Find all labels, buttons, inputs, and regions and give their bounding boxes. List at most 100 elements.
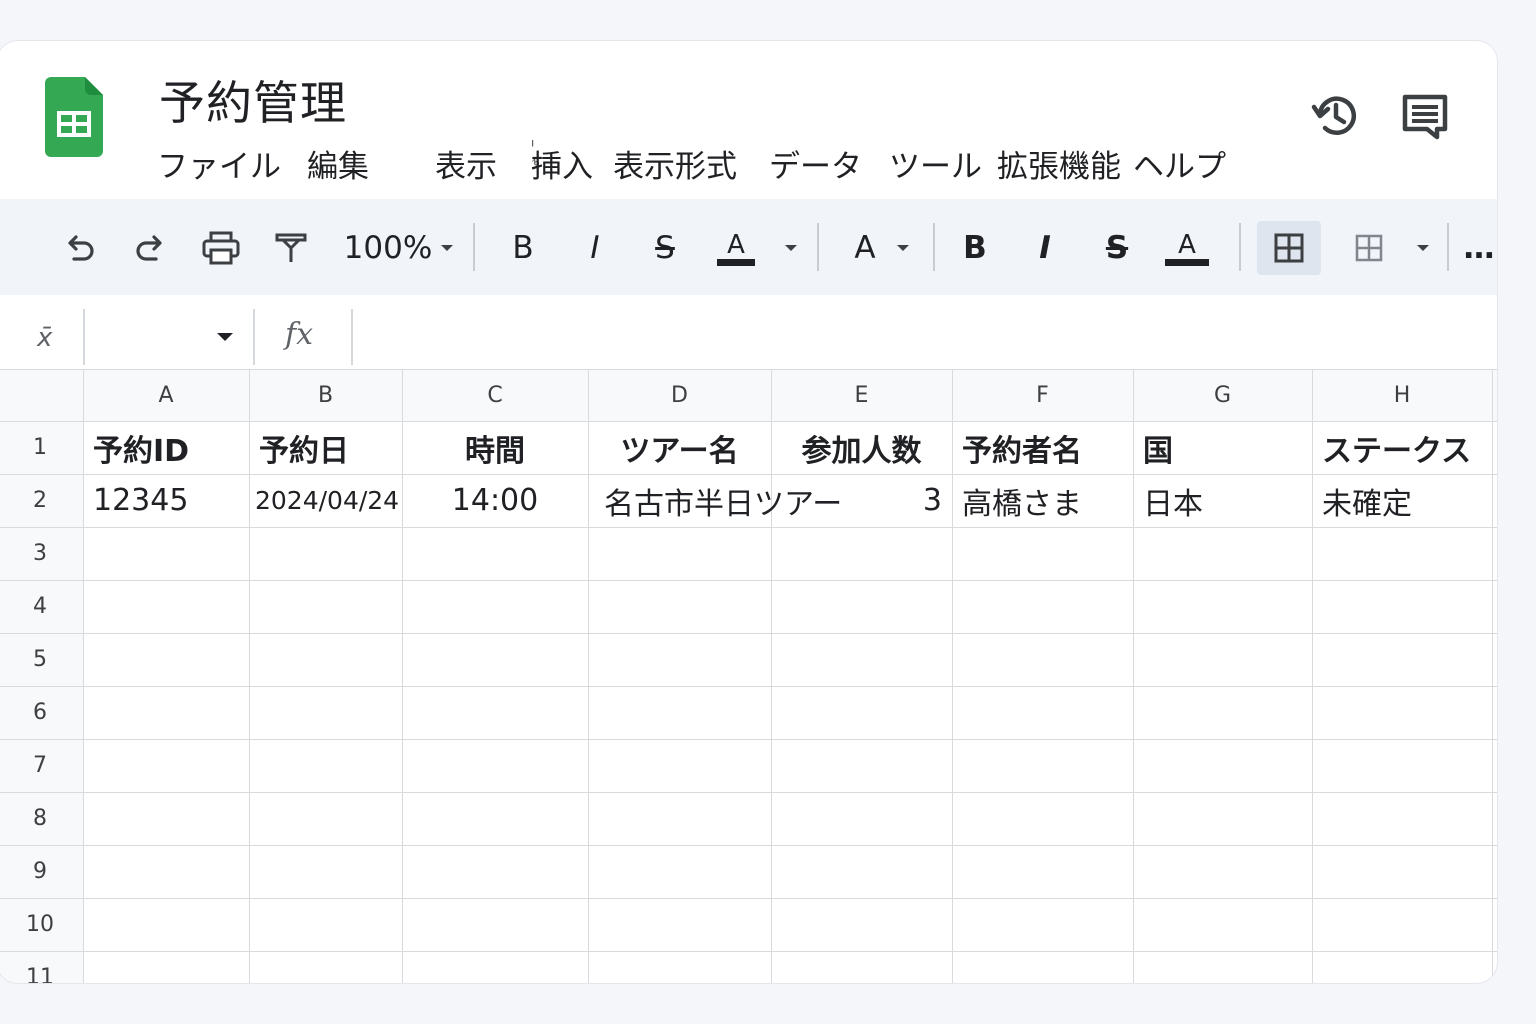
strikethrough-label-2: S: [1105, 230, 1129, 266]
row-header[interactable]: 4: [0, 580, 83, 633]
cell-g2[interactable]: 日本: [1133, 474, 1312, 527]
toolbar-divider: [817, 223, 819, 271]
row-header[interactable]: 5: [0, 633, 83, 686]
print-icon: [202, 231, 240, 265]
bold-button[interactable]: B: [503, 225, 543, 271]
cell-h1[interactable]: ステークス: [1312, 421, 1492, 474]
strikethrough-button-2[interactable]: S: [1095, 225, 1139, 271]
cell-d2[interactable]: 名古市半日ツアー: [588, 474, 842, 527]
text-color-dropdown[interactable]: [777, 225, 805, 271]
toolbar-divider: [933, 223, 935, 271]
menu-format[interactable]: 表示形式: [613, 141, 737, 186]
grid-line: [0, 686, 1497, 687]
paint-format-icon: [275, 233, 307, 262]
formula-divider: [351, 309, 353, 365]
sheet-grid: A B C D E F G H 1 2 3 4 5 6 7 8 9 10 11 …: [0, 369, 1497, 983]
font-size-label: A: [854, 230, 876, 266]
column-header-e[interactable]: E: [771, 369, 952, 421]
column-header-b[interactable]: B: [249, 369, 402, 421]
merge-dropdown[interactable]: [1409, 225, 1437, 271]
column-header-a[interactable]: A: [83, 369, 249, 421]
text-color-button-2[interactable]: A: [1163, 225, 1211, 271]
cell-g1[interactable]: 国: [1133, 421, 1312, 474]
chevron-down-icon: [785, 245, 797, 251]
grid-line: [0, 845, 1497, 846]
strikethrough-button[interactable]: S: [643, 225, 687, 271]
zoom-select[interactable]: 100%: [341, 225, 459, 271]
italic-label-2: I: [1039, 230, 1051, 266]
redo-icon: [136, 235, 162, 261]
cell-f2[interactable]: 高橋さま: [952, 474, 1133, 527]
menu-edit[interactable]: 編集: [307, 141, 369, 186]
italic-button[interactable]: I: [575, 225, 615, 271]
row-header[interactable]: 3: [0, 527, 83, 580]
spreadsheet-window: 予約管理 ファイル 編集 ᑊ ᕻ 表示 挿入 表示形式 データ ツール 拡張機能…: [0, 40, 1498, 984]
text-color-swatch: [717, 258, 755, 266]
column-header-f[interactable]: F: [952, 369, 1133, 421]
menu-file[interactable]: ファイル: [157, 141, 281, 186]
more-button[interactable]: …: [1461, 225, 1497, 271]
fx-icon: fx: [285, 317, 314, 352]
menu-help[interactable]: ヘルプ: [1133, 141, 1226, 186]
toolbar-divider: [473, 223, 475, 271]
cell-a2[interactable]: 12345: [83, 474, 249, 527]
merge-cells-icon: [1355, 234, 1383, 262]
row-header[interactable]: 8: [0, 792, 83, 845]
column-header-h[interactable]: H: [1312, 369, 1492, 421]
formula-input[interactable]: [367, 313, 1467, 361]
strikethrough-label: S: [655, 230, 675, 266]
row-header[interactable]: 1: [0, 421, 83, 474]
text-color-button[interactable]: A: [713, 225, 759, 271]
row-header[interactable]: 10: [0, 898, 83, 951]
borders-button[interactable]: [1257, 221, 1321, 275]
column-header-g[interactable]: G: [1133, 369, 1312, 421]
cell-b1[interactable]: 予約日: [249, 421, 402, 474]
undo-icon: [68, 235, 94, 261]
toolbar-divider: [1239, 223, 1241, 271]
bold-button-2[interactable]: B: [955, 225, 995, 271]
row-header[interactable]: 11: [0, 951, 83, 983]
document-title[interactable]: 予約管理: [159, 67, 347, 133]
menu-tools[interactable]: ツール: [889, 141, 982, 186]
menu-extensions[interactable]: 拡張機能: [997, 141, 1121, 186]
column-header-d[interactable]: D: [588, 369, 771, 421]
cell-f1[interactable]: 予約者名: [952, 421, 1133, 474]
text-color-label-2: A: [1178, 229, 1196, 260]
grid-line: [0, 527, 1497, 528]
grid-line: [0, 792, 1497, 793]
row-header[interactable]: 2: [0, 474, 83, 527]
merge-cells-button[interactable]: [1349, 225, 1389, 271]
cell-b2[interactable]: 2024/04/24: [249, 474, 402, 527]
borders-icon: [1274, 233, 1304, 263]
row-header[interactable]: 9: [0, 845, 83, 898]
grid-line: [0, 898, 1497, 899]
cell-c1[interactable]: 時間: [402, 421, 588, 474]
cell-a1[interactable]: 予約ID: [83, 421, 249, 474]
column-header-c[interactable]: C: [402, 369, 588, 421]
chevron-down-icon: [441, 245, 454, 251]
menu-view[interactable]: 表示: [435, 141, 497, 186]
text-color-label: A: [727, 229, 745, 260]
font-size-select[interactable]: A: [843, 225, 923, 271]
app-header: 予約管理 ファイル 編集 ᑊ ᕻ 表示 挿入 表示形式 データ ツール 拡張機能…: [0, 41, 1497, 199]
cell-e1[interactable]: 参加人数: [771, 421, 952, 474]
name-box[interactable]: [87, 313, 247, 361]
cell-c2[interactable]: 14:00: [402, 474, 588, 527]
cell-d1[interactable]: ツアー名: [588, 421, 771, 474]
row-header[interactable]: 6: [0, 686, 83, 739]
print-button[interactable]: [199, 225, 243, 271]
grid-line: [1492, 369, 1493, 983]
redo-button[interactable]: [131, 225, 171, 271]
undo-button[interactable]: [59, 225, 99, 271]
menu-data[interactable]: データ: [769, 141, 862, 186]
toolbar: 100% B I S A A B I S A …: [0, 199, 1497, 295]
text-color-swatch-2: [1165, 258, 1209, 266]
history-icon[interactable]: [1311, 91, 1361, 141]
italic-button-2[interactable]: I: [1025, 225, 1065, 271]
cell-h2[interactable]: 未確定: [1312, 474, 1492, 527]
comment-icon[interactable]: [1401, 91, 1451, 141]
paint-format-button[interactable]: [271, 225, 311, 271]
menu-insert[interactable]: 挿入: [531, 141, 593, 186]
row-header[interactable]: 7: [0, 739, 83, 792]
sheets-logo-icon[interactable]: [45, 77, 103, 157]
